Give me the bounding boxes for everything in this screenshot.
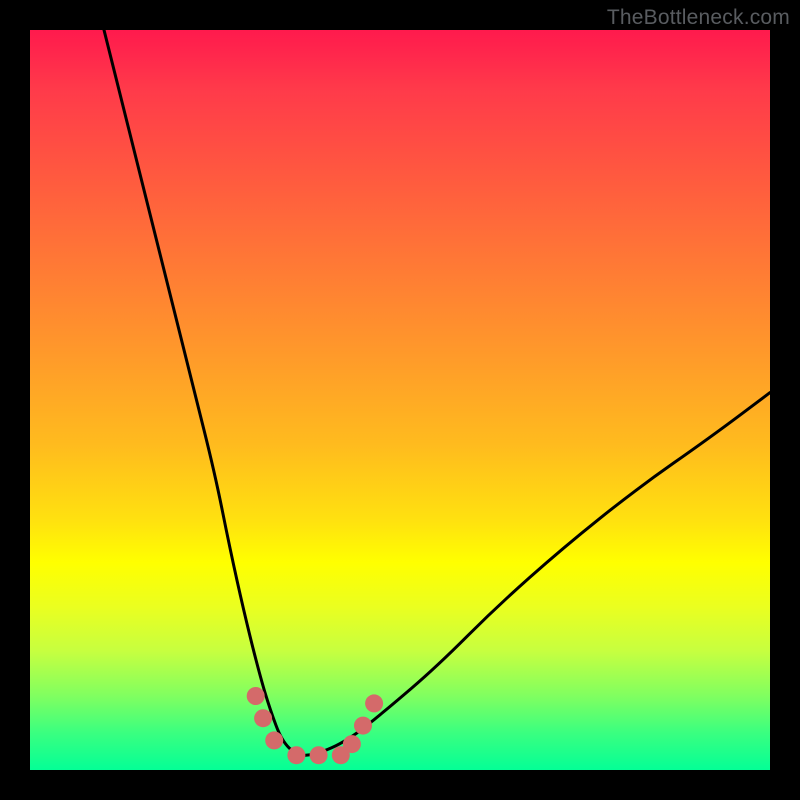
bottleneck-curve [104, 30, 770, 755]
chart-svg [30, 30, 770, 770]
marker-dot [365, 694, 383, 712]
watermark-text: TheBottleneck.com [607, 6, 790, 30]
marker-dot [343, 735, 361, 753]
marker-dot [265, 731, 283, 749]
chart-container: TheBottleneck.com [0, 0, 800, 800]
plot-area [30, 30, 770, 770]
marker-dot [310, 746, 328, 764]
marker-dot [247, 687, 265, 705]
marker-dot [287, 746, 305, 764]
marker-dot [254, 709, 272, 727]
marker-dot [354, 717, 372, 735]
